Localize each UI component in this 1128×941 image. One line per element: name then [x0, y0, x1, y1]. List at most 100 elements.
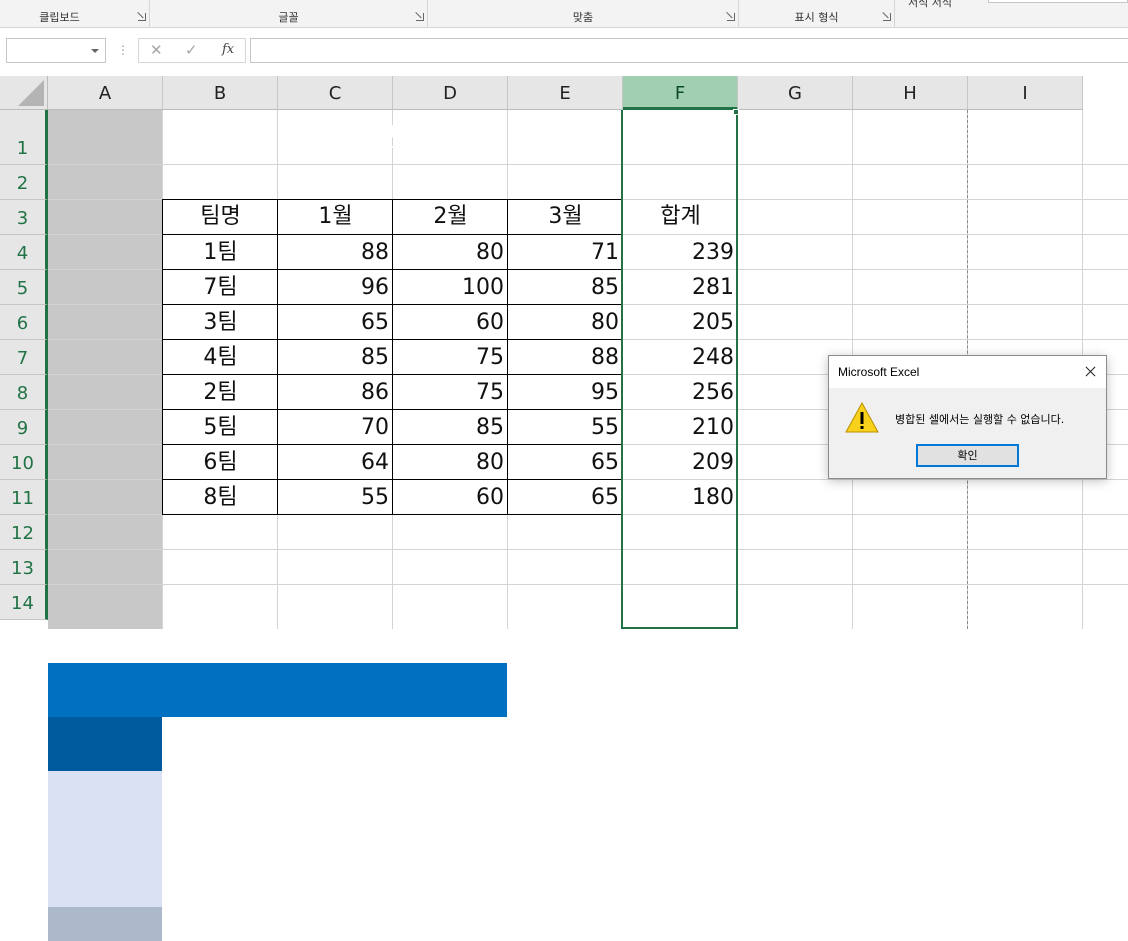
gridline-horizontal	[48, 164, 1128, 165]
formula-bar: ⋮ ✕ ✓ fx	[0, 28, 1128, 76]
alignment-dialog-launcher-icon[interactable]	[727, 13, 735, 21]
dialog-titlebar[interactable]: Microsoft Excel	[829, 356, 1106, 388]
title-f-fill	[48, 717, 162, 771]
table-cell: 2팀	[203, 380, 238, 405]
table-cell: 70	[361, 415, 389, 440]
column-header-h[interactable]: H	[853, 76, 968, 110]
header-cell-fill-total	[48, 907, 162, 941]
table-cell: 65	[361, 310, 389, 335]
more-dots-icon: ⋮	[117, 43, 129, 57]
row-header-8[interactable]: 8	[0, 375, 48, 410]
styles-partial-label: 서식 서식	[908, 0, 952, 9]
row-header-6[interactable]: 6	[0, 305, 48, 340]
alert-dialog: Microsoft Excel 병합된 셀에서는 실행할 수 없습니다. 확인	[828, 355, 1107, 479]
select-all-button[interactable]	[0, 76, 48, 110]
table-cell: 8팀	[203, 485, 238, 510]
table-cell: 88	[591, 345, 619, 370]
table-cell: 1팀	[203, 240, 238, 265]
gridline-horizontal	[48, 549, 1128, 550]
table-cell: 86	[361, 380, 389, 405]
table-border-vertical	[507, 199, 508, 515]
row-header-1[interactable]: 1	[0, 110, 48, 165]
column-header-c[interactable]: C	[278, 76, 393, 110]
column-header-e[interactable]: E	[508, 76, 623, 110]
column-f-selection-fill	[48, 110, 162, 629]
name-box[interactable]	[6, 38, 106, 63]
chevron-down-icon[interactable]	[91, 49, 99, 53]
cancel-icon[interactable]: ✕	[150, 41, 163, 59]
clipboard-group-label: 클립보드	[39, 11, 80, 24]
gridline-horizontal	[48, 584, 1128, 585]
dialog-message: 병합된 셀에서는 실행할 수 없습니다.	[895, 413, 1065, 426]
row-header-9[interactable]: 9	[0, 410, 48, 445]
column-header-f[interactable]: F	[623, 76, 738, 110]
close-icon[interactable]	[1074, 356, 1106, 388]
title-merged-fill	[48, 663, 507, 717]
header-cell-fill	[48, 771, 162, 805]
enter-icon[interactable]: ✓	[185, 41, 198, 59]
header-cell-fill	[48, 873, 162, 907]
table-cell: 64	[361, 450, 389, 475]
table-cell: 5팀	[203, 415, 238, 440]
select-all-triangle-icon	[18, 80, 44, 106]
table-header-cell: 2월	[433, 204, 468, 229]
column-header-i[interactable]: I	[968, 76, 1083, 110]
table-header-cell: 1월	[318, 204, 353, 229]
dialog-title: Microsoft Excel	[838, 365, 920, 379]
sheet-title: 1분기 판매실적	[301, 120, 484, 153]
header-cell-fill	[48, 839, 162, 873]
row-2-f-blank-fill	[48, 629, 162, 663]
table-border-vertical	[162, 199, 163, 515]
row-header-10[interactable]: 10	[0, 445, 48, 480]
number-group-label: 표시 형식	[794, 11, 839, 24]
column-header-b[interactable]: B	[163, 76, 278, 110]
row-header-13[interactable]: 13	[0, 550, 48, 585]
table-cell: 60	[476, 310, 504, 335]
table-cell: 7팀	[203, 275, 238, 300]
clipboard-dialog-launcher-icon[interactable]	[138, 13, 146, 21]
row-header-5[interactable]: 5	[0, 270, 48, 305]
styles-gallery[interactable]	[988, 0, 1128, 3]
column-header-d[interactable]: D	[393, 76, 508, 110]
table-cell: 80	[476, 450, 504, 475]
selection-border	[621, 110, 738, 629]
font-dialog-launcher-icon[interactable]	[416, 13, 424, 21]
table-cell: 96	[361, 275, 389, 300]
formula-input[interactable]	[250, 38, 1128, 63]
column-header-g[interactable]: G	[738, 76, 853, 110]
table-cell: 75	[476, 345, 504, 370]
fill-handle[interactable]	[733, 109, 739, 115]
table-cell: 60	[476, 485, 504, 510]
table-cell: 88	[361, 240, 389, 265]
formula-buttons: ✕ ✓ fx	[138, 38, 246, 63]
table-cell: 80	[476, 240, 504, 265]
ribbon-group-number: 표시 형식	[739, 0, 895, 28]
table-cell: 55	[361, 485, 389, 510]
row-header-14[interactable]: 14	[0, 585, 48, 620]
table-cell: 4팀	[203, 345, 238, 370]
insert-function-button[interactable]: fx	[222, 42, 234, 57]
row-header-11[interactable]: 11	[0, 480, 48, 515]
table-cell: 3팀	[203, 310, 238, 335]
warning-icon	[845, 401, 879, 433]
row-header-4[interactable]: 4	[0, 235, 48, 270]
table-cell: 71	[591, 240, 619, 265]
table-cell: 85	[591, 275, 619, 300]
table-cell: 100	[462, 275, 504, 300]
ribbon-group-alignment: 맞춤	[428, 0, 739, 28]
number-dialog-launcher-icon[interactable]	[883, 13, 891, 21]
column-header-a[interactable]: A	[48, 76, 163, 110]
row-header-2[interactable]: 2	[0, 165, 48, 200]
row-header-7[interactable]: 7	[0, 340, 48, 375]
table-cell: 55	[591, 415, 619, 440]
table-border-vertical	[392, 199, 393, 515]
row-header-3[interactable]: 3	[0, 200, 48, 235]
table-border-vertical	[277, 199, 278, 515]
table-cell: 85	[476, 415, 504, 440]
table-header-cell: 3월	[548, 204, 583, 229]
table-cell: 65	[591, 450, 619, 475]
table-cell: 6팀	[203, 450, 238, 475]
ok-button[interactable]: 확인	[916, 444, 1019, 467]
table-cell: 75	[476, 380, 504, 405]
row-header-12[interactable]: 12	[0, 515, 48, 550]
